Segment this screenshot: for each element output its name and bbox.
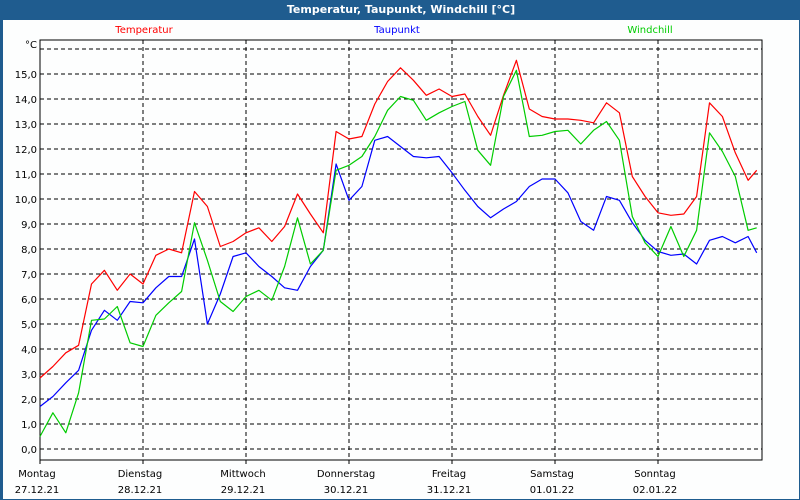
y-tick-label: 13,0: [15, 120, 37, 131]
x-tick-date: 27.12.21: [15, 485, 60, 496]
y-tick-label: 0,0: [21, 445, 37, 456]
x-tick-date: 02.01.22: [633, 485, 678, 496]
legend-temperatur: Temperatur: [114, 25, 173, 36]
x-tick-day: Freitag: [432, 469, 466, 480]
series-line-taupunkt: [39, 135, 758, 407]
y-tick-label: 9,0: [21, 220, 37, 231]
x-tick-day: Montag: [18, 469, 55, 480]
x-tick-day: Donnerstag: [317, 469, 375, 480]
y-tick-label: 5,0: [21, 320, 37, 331]
x-tick-date: 28.12.21: [118, 485, 163, 496]
y-tick-label: 2,0: [21, 395, 37, 406]
x-tick-date: 31.12.21: [427, 485, 472, 496]
y-tick-label: 1,0: [21, 420, 37, 431]
x-tick-date: 01.01.22: [530, 485, 575, 496]
x-tick-date: 29.12.21: [221, 485, 266, 496]
series-line-temperatur: [39, 59, 758, 379]
series-line-windchill: [39, 69, 757, 437]
y-tick-label: 11,0: [15, 170, 37, 181]
y-tick-label: 6,0: [21, 295, 37, 306]
x-tick-date: 30.12.21: [324, 485, 369, 496]
y-tick-label: 15,0: [15, 70, 37, 81]
x-tick-day: Sonntag: [634, 469, 676, 480]
y-axis-unit: °C: [25, 40, 37, 51]
x-tick-day: Dienstag: [118, 469, 163, 480]
y-tick-label: 10,0: [15, 195, 37, 206]
y-tick-label: 14,0: [15, 95, 37, 106]
legend-taupunkt: Taupunkt: [373, 25, 420, 36]
legend-windchill: Windchill: [627, 25, 672, 36]
y-tick-label: 8,0: [21, 245, 37, 256]
y-tick-label: 7,0: [21, 270, 37, 281]
plot-frame: [39, 39, 763, 461]
line-chart: Montag 27.12.21 Dienstag 28.12.21 Mittwoch 29…: [15, 25, 763, 496]
y-tick-label: 4,0: [21, 345, 37, 356]
y-tick-label: 12,0: [15, 145, 37, 156]
y-tick-label: 3,0: [21, 370, 37, 381]
x-tick-day: Mittwoch: [220, 469, 265, 480]
x-tick-day: Samstag: [530, 469, 574, 480]
